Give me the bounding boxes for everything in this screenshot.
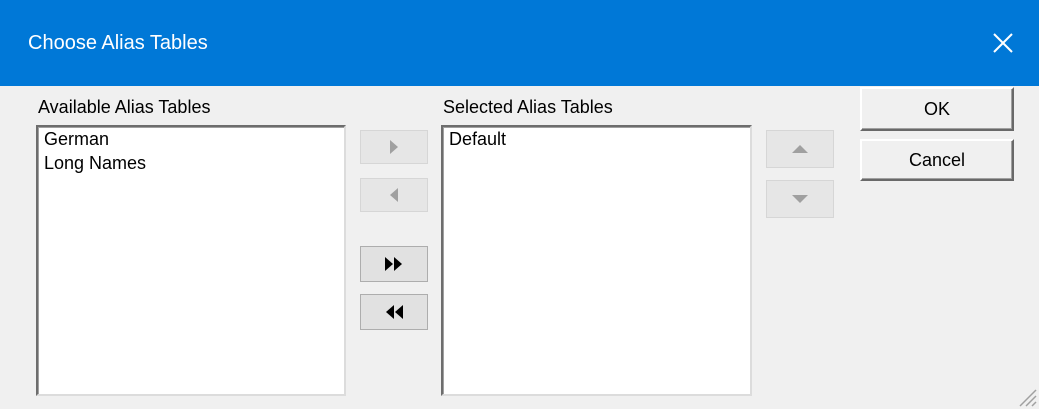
ok-button[interactable]: OK — [860, 87, 1014, 131]
selected-alias-tables-list[interactable]: Default — [441, 125, 752, 396]
title-bar: Choose Alias Tables — [0, 0, 1039, 86]
double-triangle-right-icon — [385, 257, 402, 271]
available-alias-tables-label: Available Alias Tables — [38, 97, 211, 117]
choose-alias-tables-dialog: Choose Alias Tables Available Alias Tabl… — [0, 0, 1039, 409]
remove-button[interactable] — [360, 178, 428, 212]
selected-alias-tables-label: Selected Alias Tables — [443, 97, 613, 117]
double-triangle-left-icon — [386, 305, 403, 319]
list-item[interactable]: Long Names — [38, 151, 344, 175]
triangle-left-icon — [390, 188, 398, 202]
move-down-button[interactable] — [766, 180, 834, 218]
add-button[interactable] — [360, 130, 428, 164]
move-up-button[interactable] — [766, 130, 834, 168]
list-item[interactable]: Default — [443, 127, 750, 151]
triangle-right-icon — [390, 140, 398, 154]
add-all-button[interactable] — [360, 246, 428, 282]
list-item[interactable]: German — [38, 127, 344, 151]
close-icon — [993, 33, 1013, 53]
triangle-down-icon — [792, 195, 808, 203]
remove-all-button[interactable] — [360, 294, 428, 330]
available-alias-tables-list[interactable]: German Long Names — [36, 125, 346, 396]
triangle-up-icon — [792, 145, 808, 153]
cancel-button[interactable]: Cancel — [860, 139, 1014, 181]
close-button[interactable] — [967, 10, 1039, 76]
resize-grip-icon[interactable] — [1017, 387, 1037, 407]
dialog-title: Choose Alias Tables — [28, 32, 208, 54]
